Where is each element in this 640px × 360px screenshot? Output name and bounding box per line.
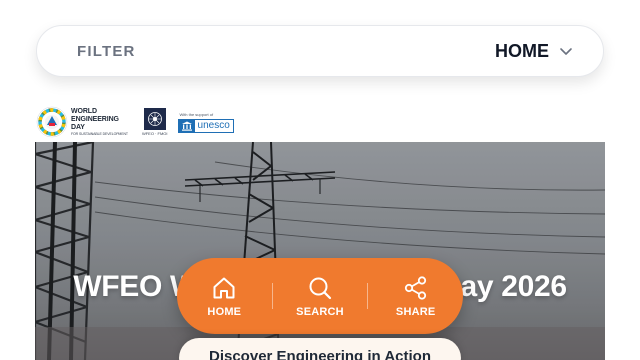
filter-bar: FILTER HOME (36, 25, 604, 77)
floating-nav: HOME SEARCH SHARE (177, 258, 463, 334)
nav-search-button[interactable]: SEARCH (273, 258, 368, 334)
nav-home-label: HOME (207, 305, 242, 318)
wed-subtitle: FOR SUSTAINABLE DEVELOPMENT (71, 132, 128, 136)
nav-search-label: SEARCH (296, 305, 344, 318)
nav-share-label: SHARE (395, 305, 436, 318)
unesco-support-text: With the support of (179, 111, 214, 117)
unesco-logo[interactable]: With the support of unesco (177, 111, 234, 133)
filter-dropdown[interactable]: HOME (495, 41, 573, 62)
unesco-wordmark: unesco (197, 120, 230, 131)
wed-line-3: DAY (71, 124, 85, 131)
wed-line-2: ENGINEERING (71, 116, 119, 123)
filter-selected-value: HOME (495, 40, 549, 61)
nav-home-button[interactable]: HOME (177, 258, 272, 334)
world-engineering-day-emblem-icon (36, 106, 68, 138)
wfeo-logo[interactable]: WFEO · FMOI (142, 108, 168, 136)
filter-label: FILTER (77, 42, 136, 60)
share-icon (404, 275, 426, 300)
world-engineering-day-logo[interactable]: WORLD ENGINEERING DAY FOR SUSTAINABLE DE… (36, 106, 128, 138)
unesco-temple-icon (178, 119, 195, 132)
search-icon (309, 277, 332, 299)
wfeo-caption: WFEO · FMOI (141, 131, 168, 136)
chevron-down-icon (559, 44, 573, 58)
wfeo-emblem-icon (143, 108, 166, 130)
home-icon (213, 277, 235, 298)
wed-line-1: WORLD (71, 108, 97, 115)
partner-logos: WORLD ENGINEERING DAY FOR SUSTAINABLE DE… (36, 104, 234, 140)
nav-share-button[interactable]: SHARE (368, 258, 463, 334)
discover-engineering-button[interactable]: Discover Engineering in Action (179, 338, 461, 360)
